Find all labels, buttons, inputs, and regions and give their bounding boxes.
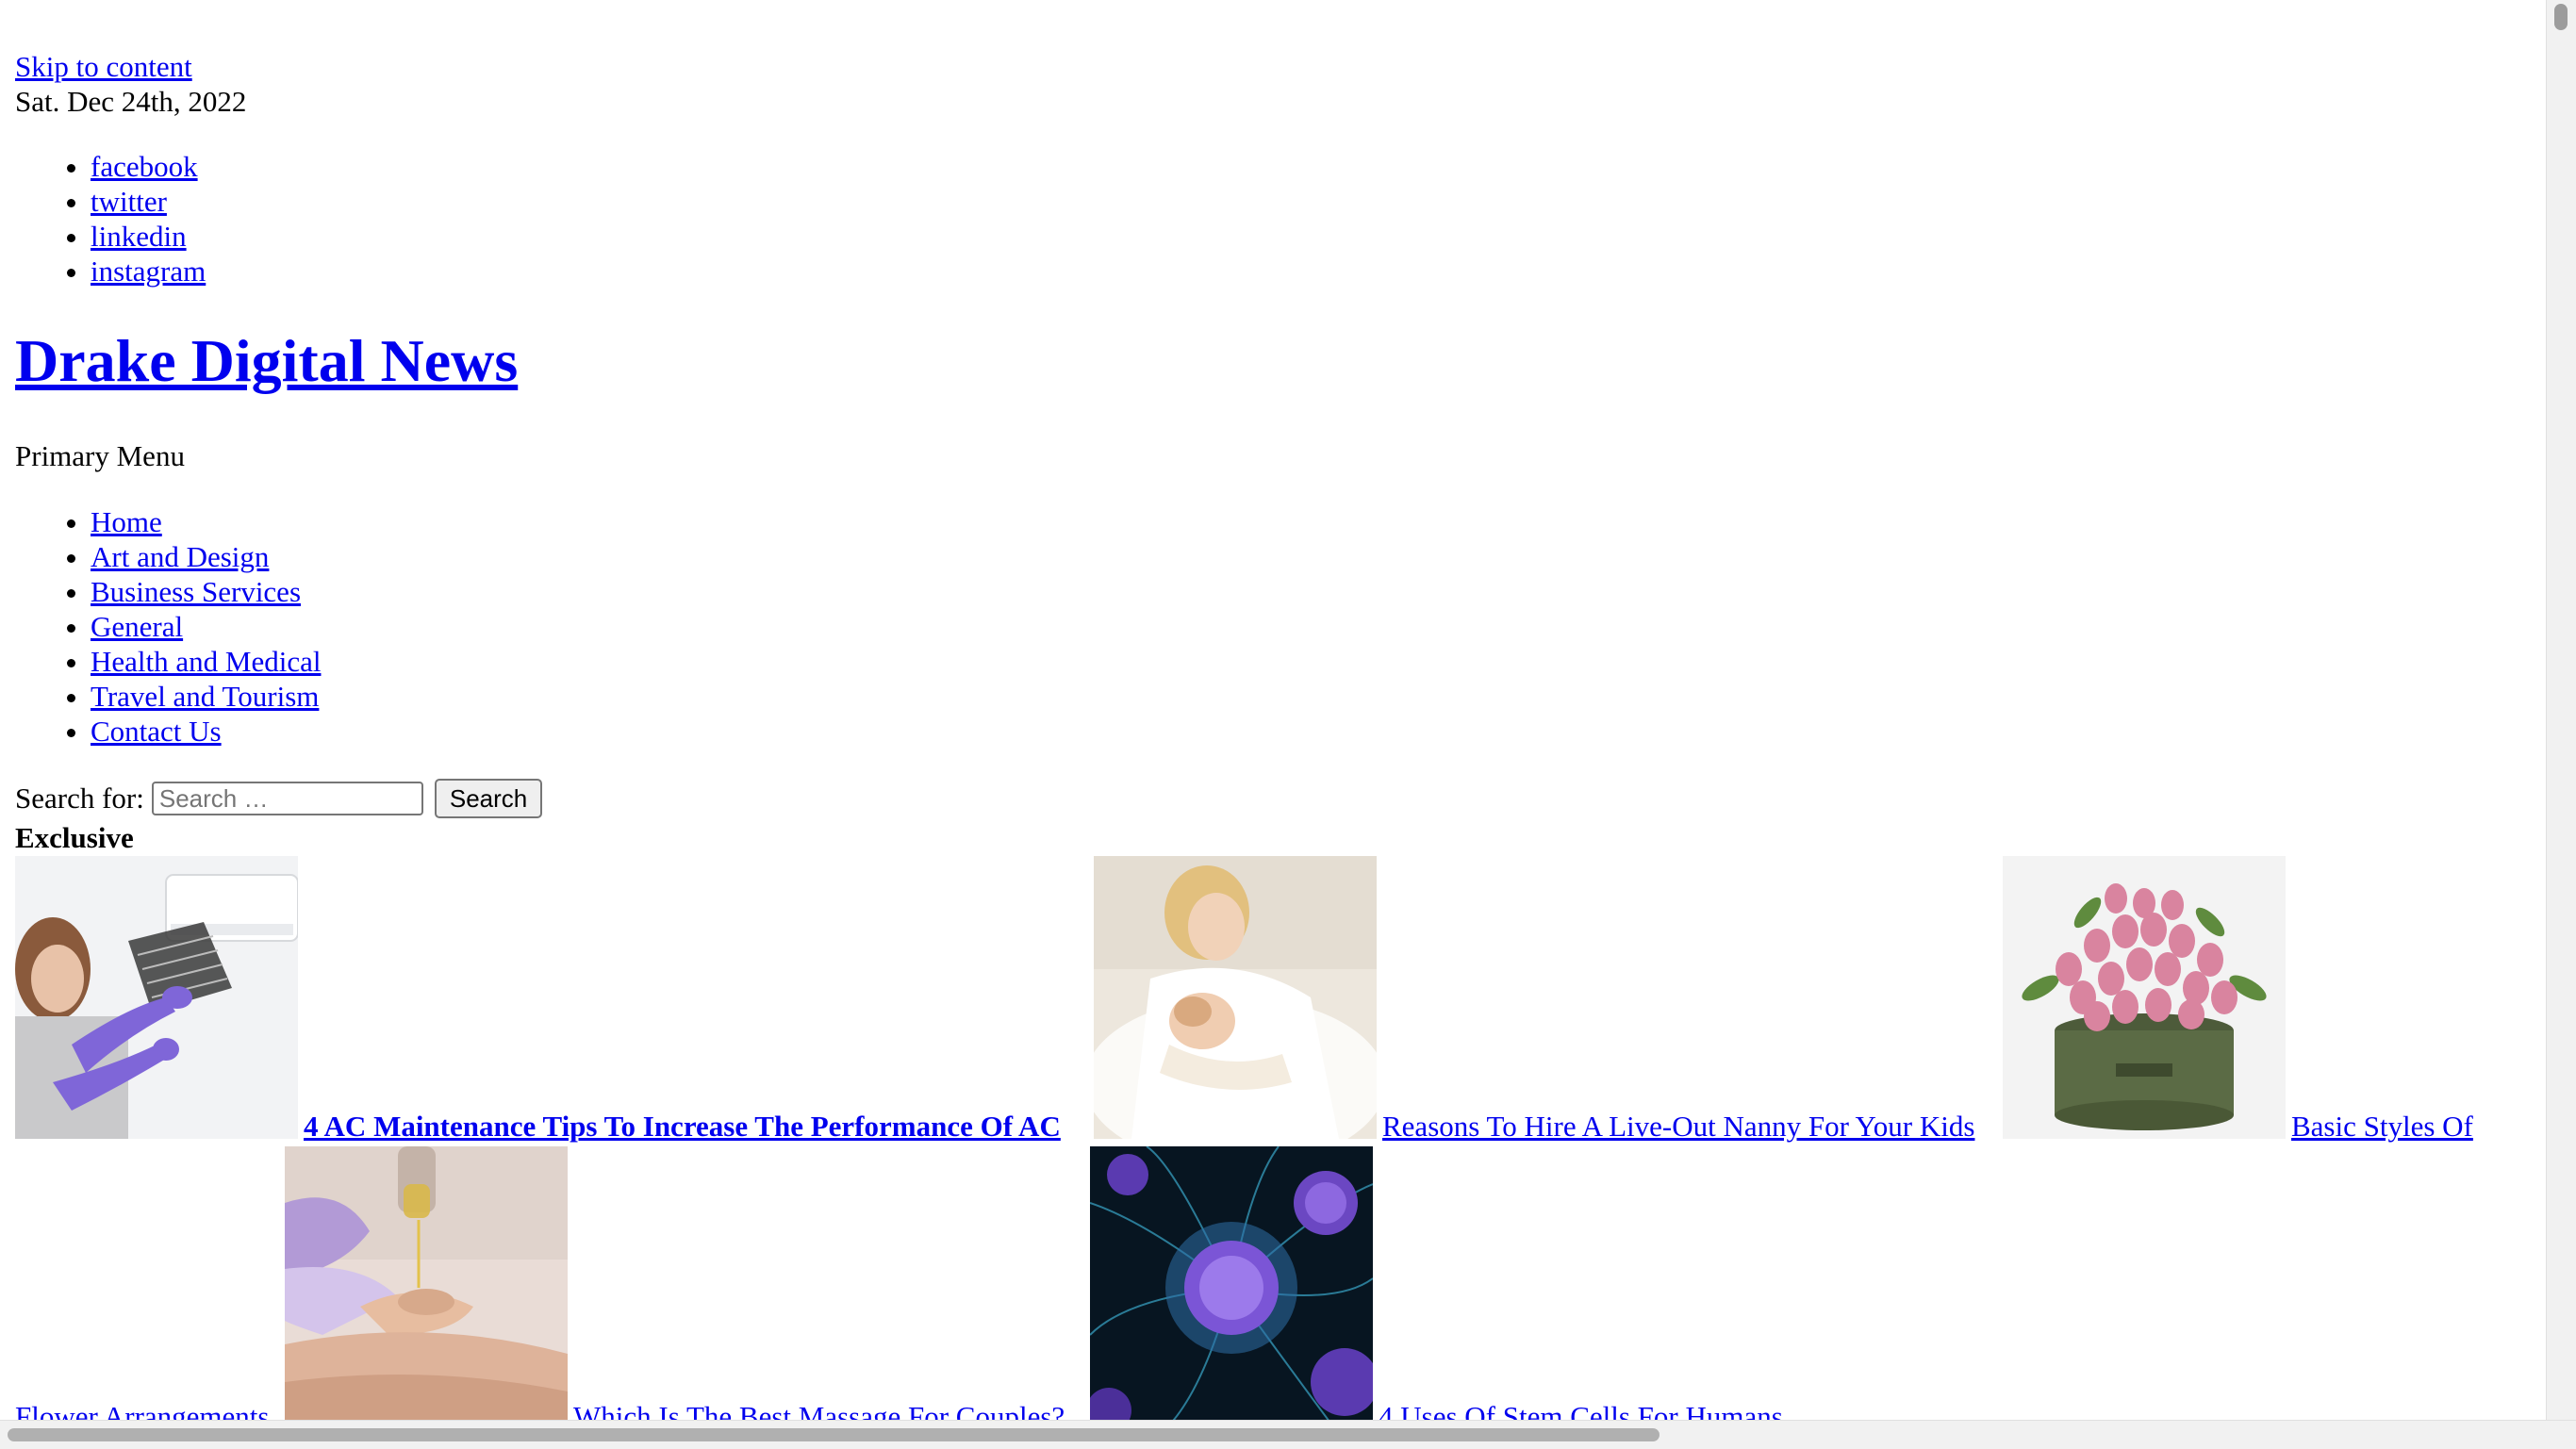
primary-menu: Home Art and Design Business Services Ge…	[15, 504, 321, 749]
menu-item-home[interactable]: Home	[91, 505, 162, 538]
skip-to-content-link[interactable]: Skip to content	[15, 49, 192, 84]
menu-item: Contact Us	[91, 714, 321, 749]
page: Skip to content Sat. Dec 24th, 2022 face…	[0, 0, 2546, 1420]
menu-item: Art and Design	[91, 539, 321, 574]
primary-menu-label: Primary Menu	[15, 439, 185, 472]
flower-box-image-art	[2003, 856, 2286, 1139]
menu-item: General	[91, 609, 321, 644]
stem-cell-image-art	[1090, 1146, 1373, 1420]
mother-baby-image-art	[1094, 856, 1377, 1139]
post-title-ac-maintenance[interactable]: 4 AC Maintenance Tips To Increase The Pe…	[304, 1109, 1061, 1144]
social-links: facebook twitter linkedin instagram	[15, 149, 206, 288]
social-item: linkedin	[91, 219, 206, 254]
post-title-flower-arrangements-line1[interactable]: Basic Styles Of	[2291, 1109, 2473, 1144]
massage-oil-image[interactable]	[285, 1146, 568, 1420]
post-title-live-out-nanny[interactable]: Reasons To Hire A Live-Out Nanny For You…	[1382, 1109, 1974, 1144]
exclusive-label: Exclusive	[15, 821, 134, 854]
instagram-link[interactable]: instagram	[91, 255, 206, 288]
menu-item-travel-and-tourism[interactable]: Travel and Tourism	[91, 680, 319, 713]
search-form: Search for: Search	[15, 779, 543, 818]
massage-oil-image-art	[285, 1146, 568, 1420]
menu-item-general[interactable]: General	[91, 610, 183, 643]
menu-item: Health and Medical	[91, 644, 321, 679]
menu-item-business-services[interactable]: Business Services	[91, 575, 301, 608]
horizontal-scrollbar-thumb[interactable]	[8, 1428, 1660, 1441]
stem-cell-image[interactable]	[1090, 1146, 1373, 1420]
search-input[interactable]	[151, 782, 423, 815]
current-date: Sat. Dec 24th, 2022	[15, 85, 247, 118]
search-button[interactable]: Search	[434, 779, 543, 818]
social-item: facebook	[91, 149, 206, 184]
post-title-best-massage[interactable]: Which Is The Best Massage For Couples?	[573, 1399, 1065, 1420]
menu-item-art-and-design[interactable]: Art and Design	[91, 540, 269, 573]
ac-maintenance-image-art	[15, 856, 298, 1139]
mother-baby-image[interactable]	[1094, 856, 1377, 1139]
menu-item: Home	[91, 504, 321, 539]
menu-item-health-and-medical[interactable]: Health and Medical	[91, 645, 321, 678]
facebook-link[interactable]: facebook	[91, 150, 198, 183]
search-label: Search for:	[15, 782, 144, 815]
menu-item-contact-us[interactable]: Contact Us	[91, 715, 222, 748]
menu-item: Business Services	[91, 574, 321, 609]
twitter-link[interactable]: twitter	[91, 185, 167, 218]
vertical-scrollbar-thumb[interactable]	[2554, 4, 2568, 30]
ac-maintenance-image[interactable]	[15, 856, 298, 1139]
social-item: instagram	[91, 254, 206, 288]
post-title-flower-arrangements-line2[interactable]: Flower Arrangements	[15, 1399, 269, 1420]
site-title: Drake Digital News	[15, 325, 518, 398]
post-title-stem-cells[interactable]: 4 Uses Of Stem Cells For Humans	[1379, 1399, 1783, 1420]
vertical-scrollbar[interactable]	[2546, 0, 2576, 1420]
social-item: twitter	[91, 184, 206, 219]
horizontal-scrollbar[interactable]	[0, 1420, 2576, 1449]
menu-item: Travel and Tourism	[91, 679, 321, 714]
flower-box-image[interactable]	[2003, 856, 2286, 1139]
linkedin-link[interactable]: linkedin	[91, 220, 187, 253]
site-title-link[interactable]: Drake Digital News	[15, 327, 518, 394]
